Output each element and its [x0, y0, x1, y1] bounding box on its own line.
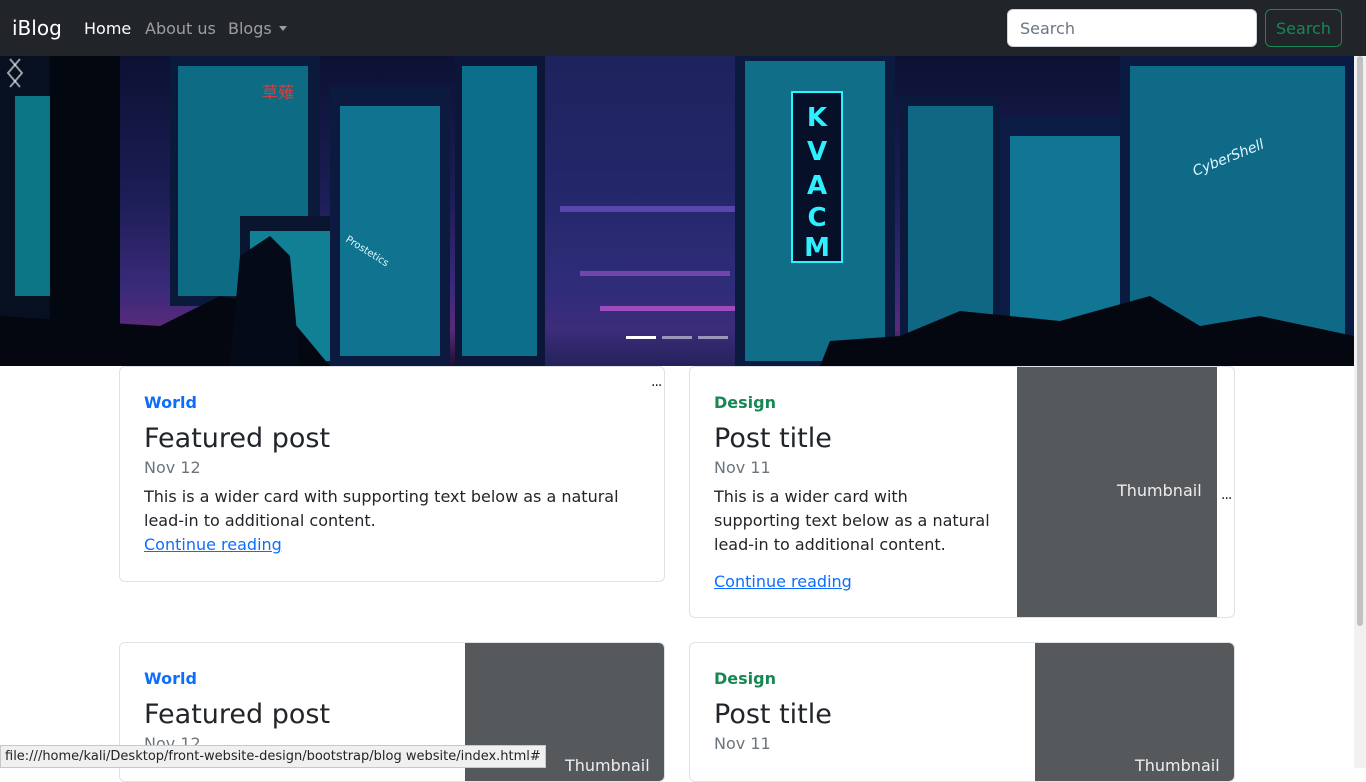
continue-reading-link[interactable]: Continue reading [144, 535, 282, 554]
link-status-bar: file:///home/kali/Desktop/front-website-… [0, 745, 546, 768]
post-category: Design [714, 393, 776, 412]
carousel-indicators [626, 336, 728, 339]
chevron-down-icon [278, 26, 287, 31]
thumbnail-image: Thumbnail [1017, 367, 1217, 617]
post-date: Nov 11 [714, 734, 771, 753]
carousel-indicator-2[interactable] [662, 336, 692, 339]
post-category: World [144, 393, 197, 412]
carousel-indicator-3[interactable] [698, 336, 728, 339]
post-date: Nov 12 [144, 458, 201, 477]
ellipsis-icon: ... [1221, 487, 1232, 503]
thumbnail-label: Thumbnail [565, 756, 650, 775]
page-scrollbar[interactable] [1354, 56, 1366, 768]
post-title: Featured post [144, 423, 331, 454]
post-excerpt: This is a wider card with supporting tex… [714, 487, 990, 554]
nav-about-link[interactable]: About us [145, 18, 216, 40]
thumbnail-label: Thumbnail [1117, 481, 1202, 500]
post-card: Design Post title Nov 11 Thumbnail [689, 642, 1235, 782]
post-card: World Featured post Nov 12 This is a wid… [119, 366, 665, 582]
svg-text:草薙: 草薙 [262, 83, 294, 102]
post-title: Post title [714, 699, 832, 730]
post-category: Design [714, 669, 776, 688]
carousel-next-icon[interactable] [0, 56, 30, 90]
svg-text:C: C [807, 203, 826, 233]
post-date: Nov 11 [714, 458, 771, 477]
hero-image: K V A C M CyberShell Prostetics 草薙 [0, 56, 1354, 366]
search-input[interactable] [1007, 9, 1257, 47]
post-title: Featured post [144, 699, 331, 730]
svg-text:V: V [807, 137, 827, 167]
nav-blogs-dropdown[interactable]: Blogs [228, 18, 287, 40]
sign-kvacm: K [807, 103, 828, 133]
nav-home-link[interactable]: Home [84, 18, 131, 40]
search-button[interactable]: Search [1265, 9, 1342, 47]
post-excerpt: This is a wider card with supporting tex… [144, 487, 619, 530]
post-title: Post title [714, 423, 832, 454]
brand-logo[interactable]: iBlog [12, 15, 62, 41]
continue-reading-link[interactable]: Continue reading [714, 572, 852, 591]
hero-carousel: K V A C M CyberShell Prostetics 草薙 [0, 56, 1354, 366]
thumbnail-label: Thumbnail [1135, 756, 1220, 775]
scrollbar-thumb[interactable] [1357, 56, 1363, 626]
nav-blogs-label: Blogs [228, 19, 272, 38]
navbar: iBlog Home About us Blogs Search [0, 0, 1366, 56]
svg-text:A: A [807, 171, 827, 201]
thumbnail-image: Thumbnail [1035, 643, 1234, 781]
svg-text:M: M [804, 233, 830, 263]
post-category: World [144, 669, 197, 688]
ellipsis-icon: ... [651, 374, 662, 390]
carousel-indicator-1[interactable] [626, 336, 656, 339]
post-card: Design Post title Nov 11 This is a wider… [689, 366, 1235, 618]
